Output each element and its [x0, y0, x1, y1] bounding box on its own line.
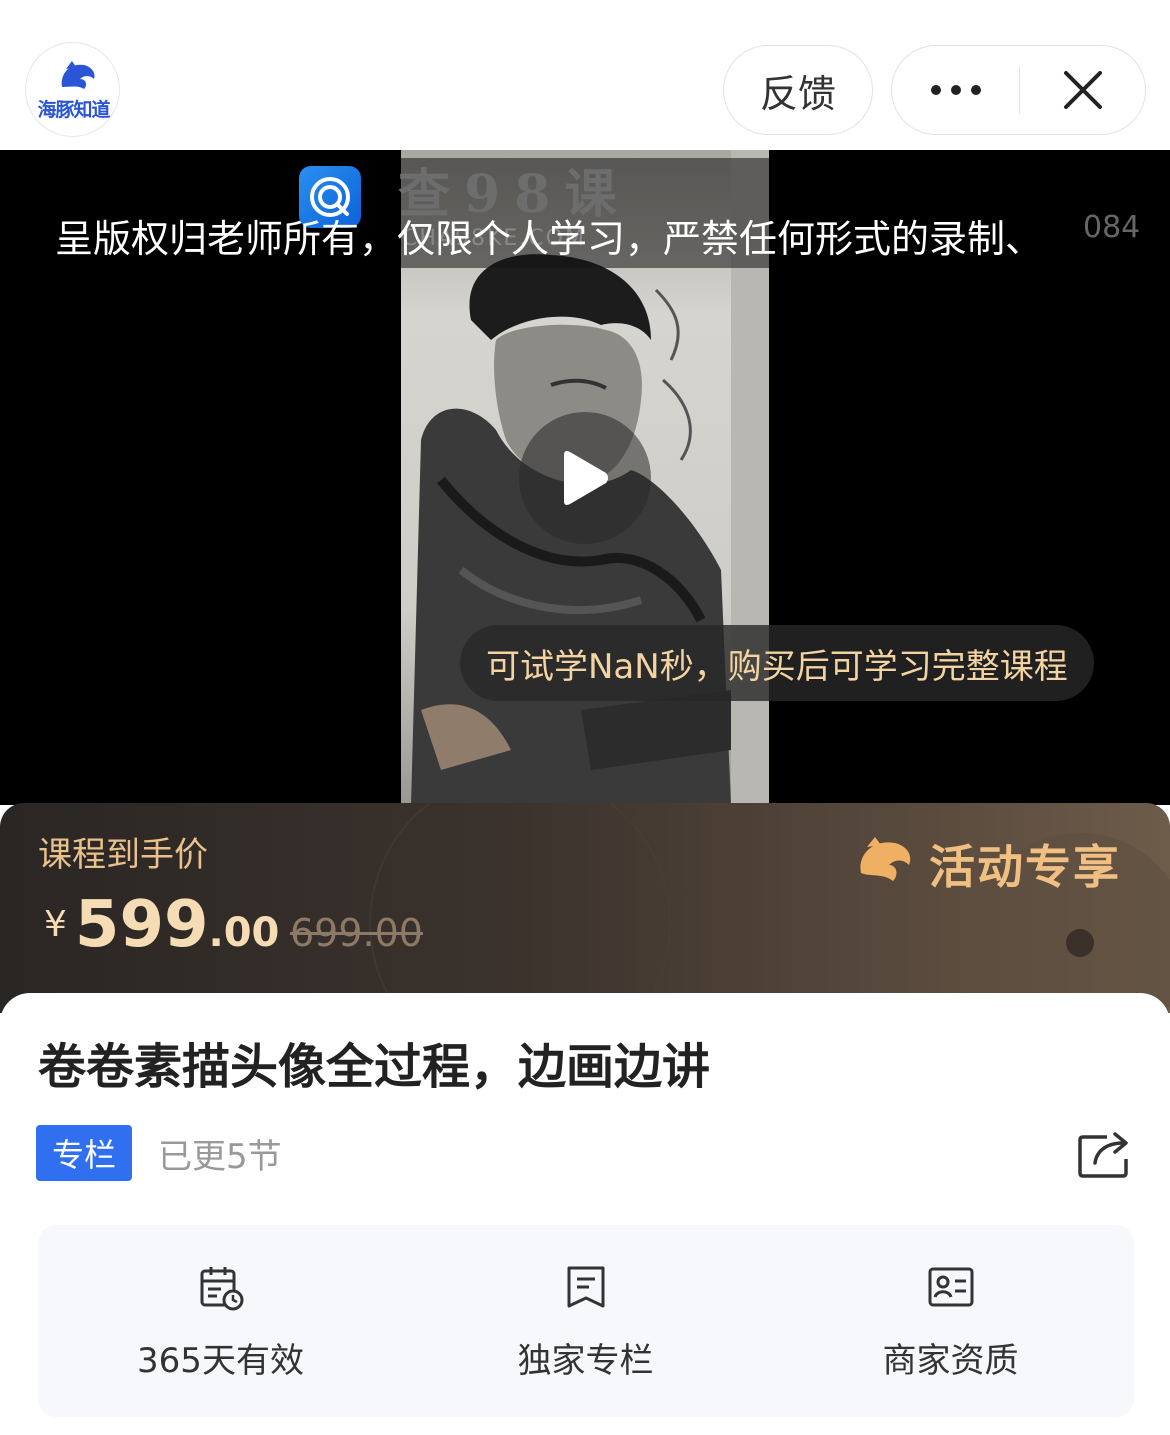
menu-capsule: [891, 45, 1146, 135]
app-logo[interactable]: 海豚知道: [25, 42, 120, 137]
column-tag: 专栏: [36, 1125, 132, 1181]
feedback-button[interactable]: 反馈: [723, 45, 873, 135]
dolphin-icon: [860, 837, 911, 881]
close-button[interactable]: [1020, 46, 1146, 134]
top-bar: 海豚知道 反馈: [0, 0, 1170, 150]
close-icon: [1064, 71, 1102, 109]
promo-badge: 活动专享: [853, 829, 1121, 899]
price-current: ¥599.00: [44, 888, 279, 962]
course-info: 卷卷素描头像全过程，边画边讲 专栏 已更5节 365天有效 独家专栏 商家资质: [0, 993, 1170, 1435]
feature-qualification[interactable]: 商家资质: [768, 1225, 1133, 1417]
play-button[interactable]: [519, 412, 651, 544]
copyright-number: 084: [1083, 210, 1141, 245]
currency-symbol: ¥: [44, 904, 67, 945]
video-player[interactable]: 查98课 CHA98KE.COM 呈版权归老师所有，仅限个人学习，严禁任何形式的…: [0, 150, 1170, 805]
more-dots-icon: [930, 85, 981, 95]
feature-label: 365天有效: [137, 1341, 304, 1381]
price-integer: 599: [74, 888, 209, 962]
share-icon: [1078, 1132, 1128, 1178]
price-decimal: .00: [208, 910, 280, 956]
update-count: 已更5节: [158, 1137, 282, 1177]
feature-validity[interactable]: 365天有效: [38, 1225, 403, 1417]
more-button[interactable]: [892, 46, 1019, 134]
feature-label: 商家资质: [882, 1341, 1019, 1381]
price-banner: 课程到手价 ¥599.00 699.00 活动专享: [0, 803, 1170, 1013]
feature-panel: 365天有效 独家专栏 商家资质: [38, 1225, 1134, 1417]
feature-label: 独家专栏: [517, 1341, 654, 1381]
dolphin-icon: [61, 61, 95, 89]
copyright-marquee: 呈版权归老师所有，仅限个人学习，严禁任何形式的录制、: [55, 217, 1044, 261]
logo-text: 海豚知道: [37, 99, 110, 121]
price-label: 课程到手价: [38, 835, 208, 875]
share-button[interactable]: [1077, 1129, 1133, 1179]
course-title: 卷卷素描头像全过程，边画边讲: [38, 1039, 711, 1095]
column-doc-icon: [567, 1266, 604, 1308]
play-icon: [564, 451, 608, 505]
id-card-icon: [928, 1267, 973, 1307]
feature-exclusive[interactable]: 独家专栏: [403, 1225, 768, 1417]
original-price: 699.00: [290, 911, 423, 955]
trial-notice: 可试学NaN秒，购买后可学习完整课程: [460, 625, 1094, 701]
promo-text: 活动专享: [929, 840, 1121, 894]
calendar-clock-icon: [200, 1267, 243, 1311]
